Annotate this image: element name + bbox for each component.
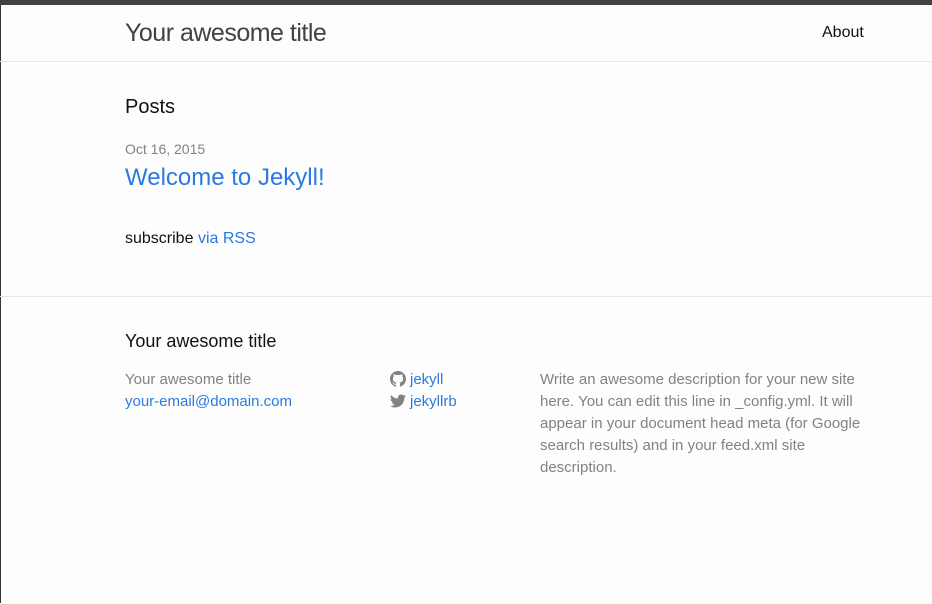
post-title-link[interactable]: Welcome to Jekyll! (125, 163, 325, 193)
twitter-icon (390, 394, 406, 408)
rss-subscribe: subscribe via RSS (125, 229, 256, 249)
footer-contact-column: Your awesome title your-email@domain.com (125, 369, 292, 413)
post-date: Oct 16, 2015 (125, 141, 206, 157)
footer-email-link[interactable]: your-email@domain.com (125, 393, 292, 410)
twitter-username: jekyllrb (410, 393, 457, 410)
github-icon (390, 371, 406, 387)
footer-contact-name: Your awesome title (125, 371, 252, 388)
site-title-link[interactable]: Your awesome title (125, 16, 327, 50)
site-footer: Your awesome title Your awesome title yo… (0, 296, 932, 604)
footer-heading: Your awesome title (125, 331, 277, 351)
github-username: jekyll (410, 371, 444, 388)
footer-social-column: jekyll jekyllrb (390, 369, 457, 413)
rss-prefix: subscribe (125, 230, 194, 247)
site-header: Your awesome title About (0, 5, 932, 62)
posts-heading: Posts (125, 96, 176, 118)
github-link[interactable]: jekyll (390, 369, 457, 391)
twitter-link[interactable]: jekyllrb (390, 391, 457, 413)
rss-link[interactable]: via RSS (198, 230, 256, 247)
nav-link-about[interactable]: About (822, 23, 864, 43)
footer-description: Write an awesome description for your ne… (540, 371, 861, 476)
